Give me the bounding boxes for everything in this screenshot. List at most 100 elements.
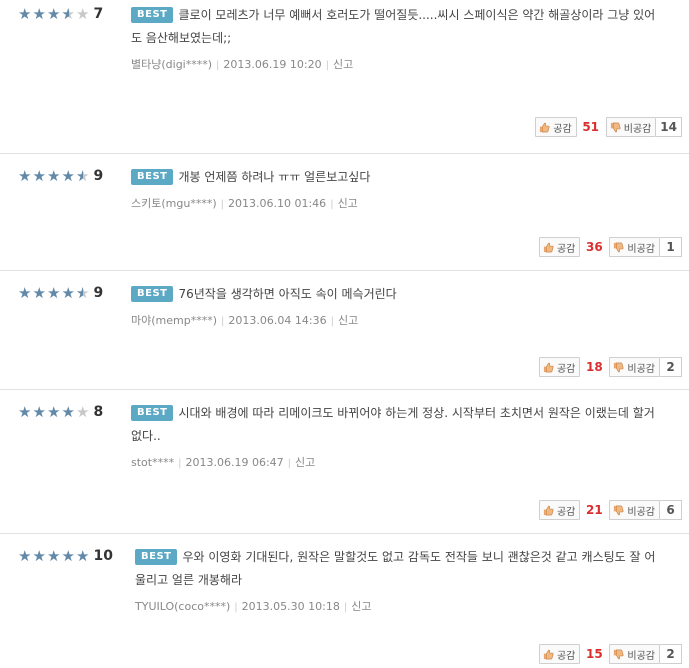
review-text: 76년작을 생각하면 아직도 속이 메슥거린다	[178, 287, 397, 301]
review-item: ★ ★ ★ ★ ★ 8 BEST 시대와 배경에 따라 리메이크도 바뀌어야 하는게 정상. …	[0, 390, 689, 534]
review-text-block: BEST 개봉 언제쯤 하려나 ㅠㅠ 얼른보고싶다	[131, 166, 659, 189]
report-link[interactable]: 신고	[333, 58, 353, 71]
review-meta: 스키토(mgu****) | 2013.06.10 01:46 | 신고	[131, 196, 659, 213]
dislike-button[interactable]: 비공감	[609, 644, 660, 664]
like-count: 51	[582, 120, 600, 134]
thumbs-down-icon	[613, 242, 624, 253]
rating-score: 8	[93, 404, 104, 420]
like-count: 18	[586, 360, 603, 374]
review-item: ★★★★★9BEST개봉 언제쯤 하려나 ㅠㅠ 얼른보고싶다스키토(mgu***…	[0, 154, 689, 271]
dislike-count: 2	[660, 644, 682, 664]
star-icon: ★	[61, 402, 75, 421]
dislike-label: 비공감	[627, 650, 655, 662]
rating: ★★★★★9	[18, 283, 103, 303]
dislike-button[interactable]: 비공감	[609, 357, 660, 377]
review-date: 2013.06.19 06:47	[185, 456, 284, 469]
divider: |	[330, 316, 334, 327]
dislike-button[interactable]: 비공감	[609, 500, 660, 520]
divider: |	[287, 458, 292, 469]
author-name[interactable]: 스키토(mgu****)	[131, 197, 217, 210]
star-icon: ★	[18, 546, 32, 565]
thumbs-down-icon	[613, 362, 624, 373]
report-link[interactable]: 신고	[338, 197, 358, 210]
review-content: BEST 개봉 언제쯤 하려나 ㅠㅠ 얼른보고싶다스키토(mgu****) | 201…	[131, 166, 659, 213]
thumbs-down-icon	[610, 122, 621, 133]
best-badge: BEST	[131, 7, 174, 23]
dislike-count: 6	[660, 500, 682, 520]
star-rating: ★ ★ ★ ★ ★	[18, 166, 91, 185]
divider: |	[178, 458, 182, 469]
divider: |	[221, 316, 225, 327]
review-text-block: BEST 우와 이영화 기대된다, 원작은 말할것도 없고 감독도 전작들 보니 …	[135, 546, 665, 592]
report-link[interactable]: 신고	[295, 456, 315, 469]
review-text: 개봉 언제쯤 하려나 ㅠㅠ 얼른보고싶다	[178, 170, 371, 184]
review-text: 클로이 모레츠가 너무 예뻐서 호러도가 떨어질듯.....씨시 스페이식은 약…	[131, 8, 656, 45]
divider: |	[343, 602, 348, 613]
author-name[interactable]: stot****	[131, 456, 174, 469]
vote-controls: 공감 51 비공감 14	[535, 117, 682, 137]
divider: |	[220, 199, 224, 210]
report-link[interactable]: 신고	[338, 314, 358, 327]
dislike-count: 2	[660, 357, 682, 377]
star-icon: ★	[76, 4, 90, 23]
review-date: 2013.06.10 01:46	[228, 197, 327, 210]
review-meta: stot**** | 2013.06.19 06:47 | 신고	[131, 455, 659, 472]
rating-score: 9	[93, 285, 104, 301]
review-date: 2013.05.30 10:18	[241, 600, 340, 613]
review-list: ★★★★★7BEST클로이 모레츠가 너무 예뻐서 호러도가 떨어질듯.....…	[0, 0, 689, 668]
dislike-button[interactable]: 비공감	[609, 237, 660, 257]
star-icon: ★	[76, 402, 90, 421]
like-button[interactable]: 공감	[535, 117, 577, 137]
star-icon: ★	[32, 546, 46, 565]
review-meta: TYUILO(coco****) | 2013.05.30 10:18 | 신고	[135, 599, 665, 616]
divider: |	[216, 60, 220, 71]
dislike-label: 비공감	[627, 506, 655, 518]
report-link[interactable]: 신고	[351, 600, 371, 613]
like-button[interactable]: 공감	[538, 644, 581, 664]
like-button[interactable]: 공감	[538, 500, 581, 520]
thumbs-up-icon	[543, 242, 554, 253]
thumbs-down-icon	[613, 505, 624, 516]
star-icon: ★	[61, 283, 75, 302]
thumbs-up-icon	[543, 505, 554, 516]
review-text: 시대와 배경에 따라 리메이크도 바뀌어야 하는게 정상. 시작부터 초치면서 …	[131, 406, 655, 443]
like-label: 공감	[556, 243, 576, 255]
like-button[interactable]: 공감	[538, 237, 581, 257]
star-icon: ★	[62, 6, 77, 22]
review-item: ★ ★ ★ ★ ★ 10 BEST 우와 이영화 기대된다, 원작은 말할것도 없고 감독도 …	[0, 534, 689, 668]
rating: ★★★★★7	[18, 4, 103, 24]
review-content: BEST 시대와 배경에 따라 리메이크도 바뀌어야 하는게 정상. 시작부터 초…	[131, 402, 659, 472]
dislike-button[interactable]: 비공감	[605, 117, 657, 137]
star-icon: ★	[61, 546, 75, 565]
best-badge: BEST	[131, 405, 174, 421]
author-name[interactable]: 별타냥(digi****)	[131, 58, 212, 71]
thumbs-up-icon	[539, 122, 550, 133]
like-button[interactable]: 공감	[538, 357, 581, 377]
star-rating: ★ ★ ★ ★ ★	[18, 546, 91, 565]
star-icon: ★	[32, 166, 46, 185]
divider: |	[234, 602, 238, 613]
star-icon: ★	[18, 283, 32, 302]
best-badge: BEST	[131, 286, 174, 302]
star-icon: ★	[47, 4, 61, 23]
divider: |	[325, 60, 329, 71]
review-text-block: BEST 클로이 모레츠가 너무 예뻐서 호러도가 떨어질듯.....씨시 스페이…	[131, 4, 659, 50]
like-label: 공감	[556, 506, 576, 518]
star-icon: ★	[47, 166, 61, 185]
dislike-label: 비공감	[627, 363, 655, 375]
rating-score: 7	[93, 6, 104, 22]
thumbs-up-icon	[543, 362, 554, 373]
review-item: ★★★★★7 BEST클로이 모레츠가 너무 예뻐서 호러도가 떨어질듯.....…	[0, 0, 689, 154]
review-content: BEST 76년작을 생각하면 아직도 속이 메슥거린다마야(memp****) |…	[131, 283, 659, 330]
author-name[interactable]: TYUILO(coco****)	[135, 600, 230, 613]
star-icon: ★	[61, 166, 75, 185]
star-icon: ★	[18, 402, 32, 421]
best-badge: BEST	[131, 169, 174, 185]
dislike-count: 1	[660, 237, 682, 257]
like-label: 공감	[556, 650, 576, 662]
review-content: BEST 클로이 모레츠가 너무 예뻐서 호러도가 떨어질듯.....씨시 스페이…	[131, 4, 659, 74]
star-icon: ★	[76, 168, 91, 184]
author-name[interactable]: 마야(memp****)	[131, 314, 217, 327]
star-icon: ★	[18, 4, 32, 23]
like-label: 공감	[553, 123, 572, 135]
